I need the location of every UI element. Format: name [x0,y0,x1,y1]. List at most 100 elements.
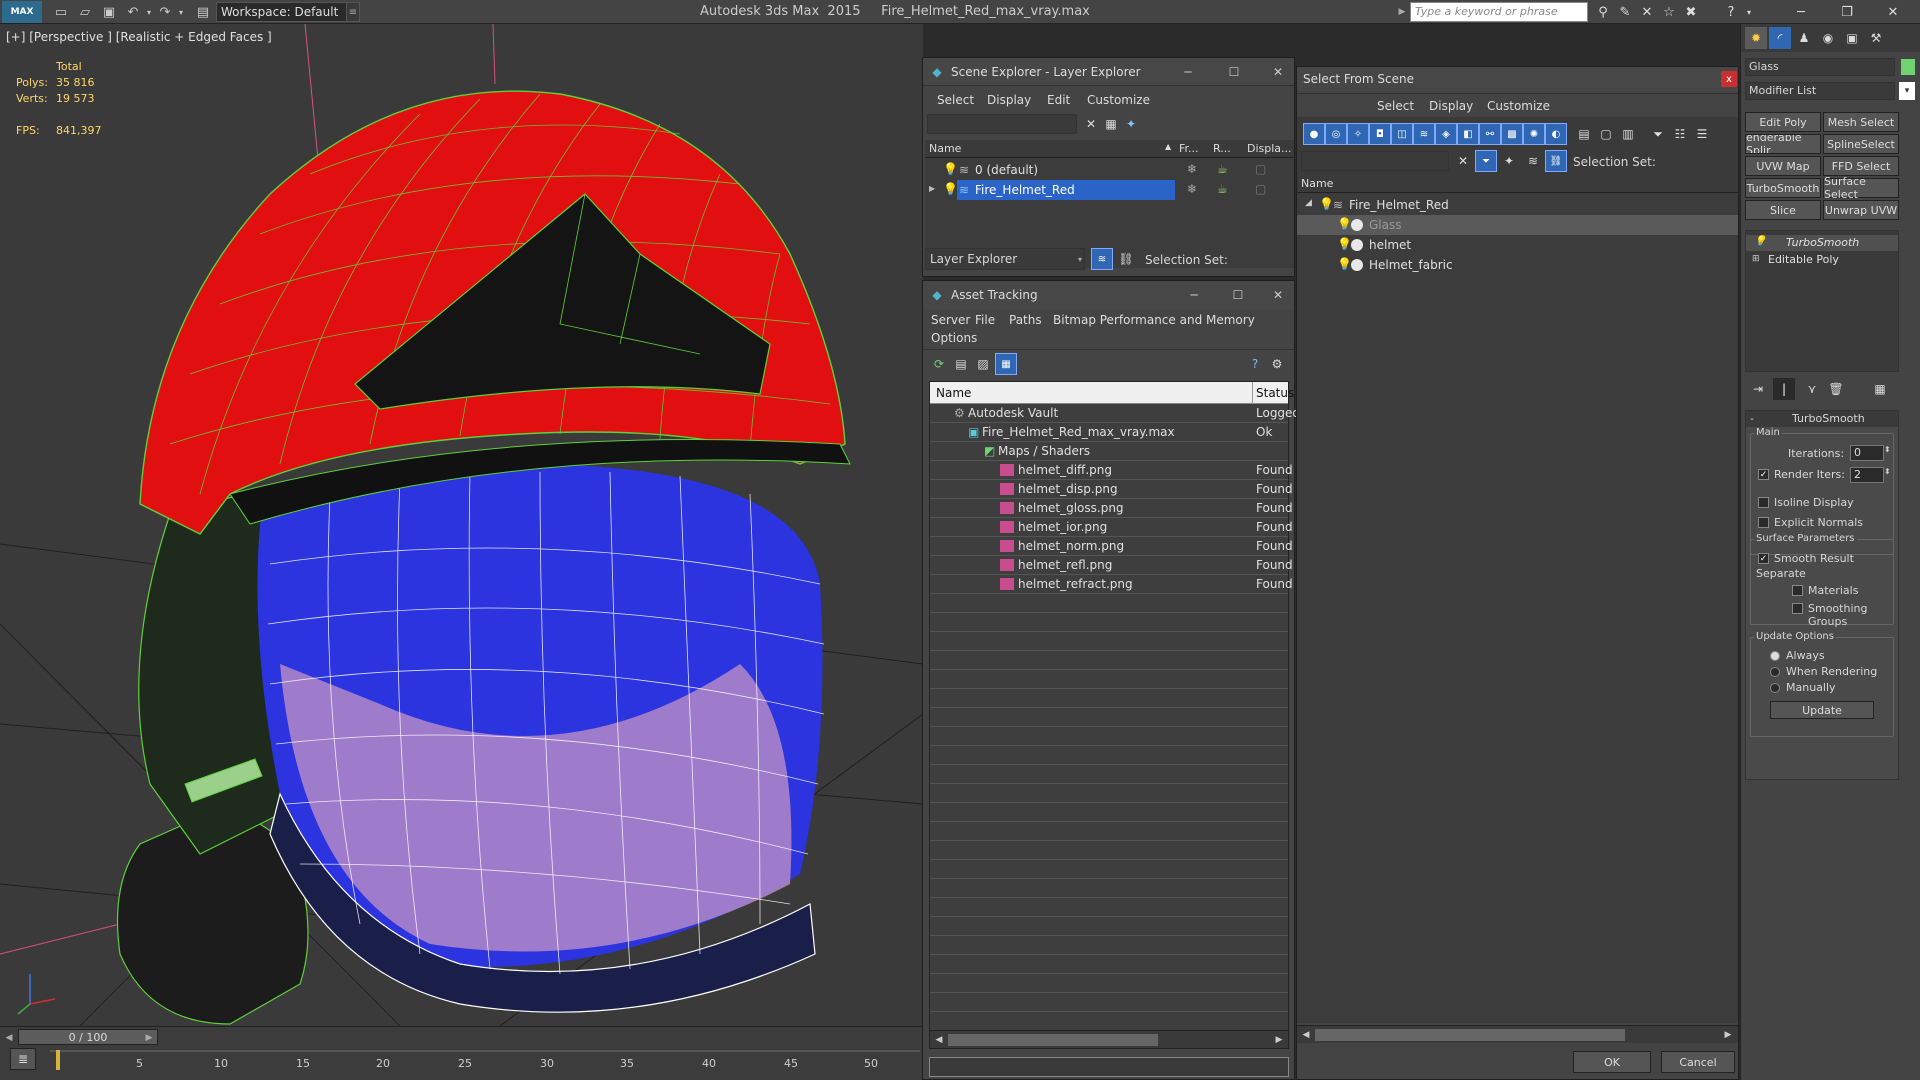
timeline-cursor[interactable] [56,1050,60,1070]
help-icon[interactable]: ? [1722,3,1740,21]
iterations-spinner[interactable]: 0 [1850,445,1884,461]
close-icon[interactable]: ✕ [1870,0,1916,24]
slice-button[interactable]: Slice [1745,200,1821,220]
tree-row[interactable]: 💡 helmet [1297,235,1738,255]
update-button[interactable]: Update [1770,701,1874,719]
filter-hidden-icon[interactable]: ◐ [1545,123,1567,145]
surface-select-button[interactable]: Surface Select [1823,175,1899,201]
light-bulb-icon[interactable]: 💡 [1337,257,1352,271]
hierarchy-tab-icon[interactable]: ♟ [1793,27,1815,49]
clear-find-icon[interactable]: ✕ [1453,151,1473,171]
layer-mode-icon[interactable]: ≋ [1091,248,1113,270]
isoline-display-checkbox[interactable] [1758,497,1769,508]
object-name-field[interactable]: Glass [1745,58,1895,76]
asset-row[interactable]: helmet_norm.png Found [930,537,1293,556]
asset-tracking-titlebar[interactable]: ◆ Asset Tracking ─ ☐ ✕ [923,281,1294,309]
favorites-star-icon[interactable]: ☆ [1660,3,1678,21]
modifier-list-arrow-icon[interactable]: ▾ [1899,82,1915,100]
unwrap-uvw-button[interactable]: Unwrap UVW [1823,200,1899,220]
column-render[interactable]: R... [1213,142,1231,155]
new-layer-icon[interactable]: ▦ [1101,114,1121,134]
freeze-icon[interactable]: ❄ [1187,162,1197,176]
renderable-spline-button[interactable]: enderable Splir [1745,134,1821,154]
modifier-list-dropdown[interactable]: Modifier List [1745,82,1895,100]
settings-icon[interactable]: ⚙ [1267,355,1287,373]
menu-item-display[interactable]: Display [987,93,1031,107]
select-all-icon[interactable]: ▤ [1573,123,1595,145]
horizontal-scrollbar[interactable]: ◀ ▶ [930,1030,1288,1048]
filter-bones-icon[interactable]: ⚯ [1479,123,1501,145]
sort-arrow-icon[interactable]: ▲ [1165,142,1171,151]
object-color-swatch[interactable] [1901,59,1915,75]
column-freeze[interactable]: Fr... [1179,142,1199,155]
scrollbar-thumb[interactable] [1315,1029,1625,1041]
filter-xrefs-icon[interactable]: ◧ [1457,123,1479,145]
thumbnail-view-icon[interactable]: ▨ [973,355,993,373]
scroll-right-icon[interactable]: ▶ [1272,1032,1286,1048]
column-name[interactable]: Name [1301,177,1333,190]
scroll-right-icon[interactable]: ▶ [1721,1027,1735,1043]
close-icon[interactable]: x [1721,71,1737,87]
filter-geometry-icon[interactable]: ● [1303,123,1325,145]
restore-icon[interactable]: ❐ [1824,0,1870,24]
filter-lights-icon[interactable]: ✧ [1347,123,1369,145]
modify-tab-icon[interactable]: ◜ [1769,27,1791,49]
filter-groups-icon[interactable]: ◈ [1435,123,1457,145]
select-from-scene-titlebar[interactable]: Select From Scene x [1297,67,1738,91]
light-bulb-icon[interactable]: 💡 [943,162,958,176]
filter-shapes-icon[interactable]: ◎ [1325,123,1347,145]
column-name[interactable]: Name [929,142,961,155]
help-dropdown-icon[interactable]: ▾ [1740,3,1758,21]
menu-item-select[interactable]: Select [937,93,974,107]
menu-item-paths[interactable]: Paths [1009,313,1042,327]
menu-item-customize[interactable]: Customize [1087,93,1150,107]
scroll-left-icon[interactable]: ◀ [1299,1027,1313,1043]
collapse-arrow-icon[interactable]: ◢ [1305,198,1312,208]
motion-tab-icon[interactable]: ◉ [1817,27,1839,49]
light-bulb-icon[interactable]: 💡 [1319,197,1334,211]
layer-view-icon[interactable]: ≋ [1523,151,1543,171]
ffd-select-button[interactable]: FFD Select [1823,156,1899,176]
stack-item-turbosmooth[interactable]: 💡 TurboSmooth [1746,235,1898,251]
filter-containers-icon[interactable]: ▩ [1501,123,1523,145]
curve-editor-icon[interactable]: ≣ [10,1048,36,1070]
materials-checkbox[interactable] [1792,585,1803,596]
spinner-arrows-icon[interactable]: ⬍ [1884,467,1891,476]
asset-row[interactable]: helmet_refl.png Found [930,556,1293,575]
scene-explorer-titlebar[interactable]: ◆ Scene Explorer - Layer Explorer ─ ☐ ✕ [923,58,1294,86]
clear-search-icon[interactable]: ✕ [1081,114,1101,134]
light-bulb-icon[interactable]: 💡 [1337,237,1352,251]
minimize-icon[interactable]: ─ [1173,62,1203,82]
menu-item-display[interactable]: Display [1429,99,1473,113]
scrollbar-thumb[interactable] [948,1034,1158,1046]
exchange-icon[interactable]: ✖ [1682,3,1700,21]
viewport-label[interactable]: [+] [Perspective ] [Realistic + Edged Fa… [6,30,272,44]
asset-path-field[interactable] [929,1057,1289,1077]
layer-row[interactable]: 💡 ≋ 0 (default) ❄ ☕ ▢ [925,160,1294,180]
turbosmooth-button[interactable]: TurboSmooth [1745,178,1821,198]
help-icon[interactable]: ? [1245,355,1265,373]
show-end-result-icon[interactable]: | [1773,378,1795,400]
binoculars-icon[interactable]: ⚲ [1594,3,1612,21]
layer-explorer-dropdown[interactable]: Layer Explorer [925,248,1085,270]
redo-dropdown-icon[interactable]: ▾ [172,3,190,21]
tree-row-selected[interactable]: 💡 Glass [1297,215,1738,235]
select-invert-icon[interactable]: ▥ [1617,123,1639,145]
manually-radio[interactable] [1770,683,1780,693]
display-tab-icon[interactable]: ▣ [1841,27,1863,49]
workspace-dropdown[interactable]: Workspace: Default [216,2,356,22]
time-next-icon[interactable]: ▶ [142,1030,156,1046]
refresh-icon[interactable]: ⟳ [929,355,949,373]
edit-poly-button[interactable]: Edit Poly [1745,112,1821,132]
workspace-more-icon[interactable]: ≡ [346,2,360,22]
expand-icon[interactable]: ⊞ [1752,254,1760,264]
time-prev-icon[interactable]: ◀ [2,1030,16,1046]
find-input[interactable] [1301,151,1449,171]
explicit-normals-checkbox[interactable] [1758,517,1769,528]
close-icon[interactable]: ✕ [1263,285,1293,305]
asset-row[interactable]: helmet_ior.png Found [930,518,1293,537]
project-folder-icon[interactable]: ▤ [194,3,212,21]
menu-item-bitmap-performance[interactable]: Bitmap Performance and Memory [1053,313,1255,327]
communication-icon[interactable]: ✕ [1638,3,1656,21]
mesh-select-button[interactable]: Mesh Select [1823,112,1899,132]
